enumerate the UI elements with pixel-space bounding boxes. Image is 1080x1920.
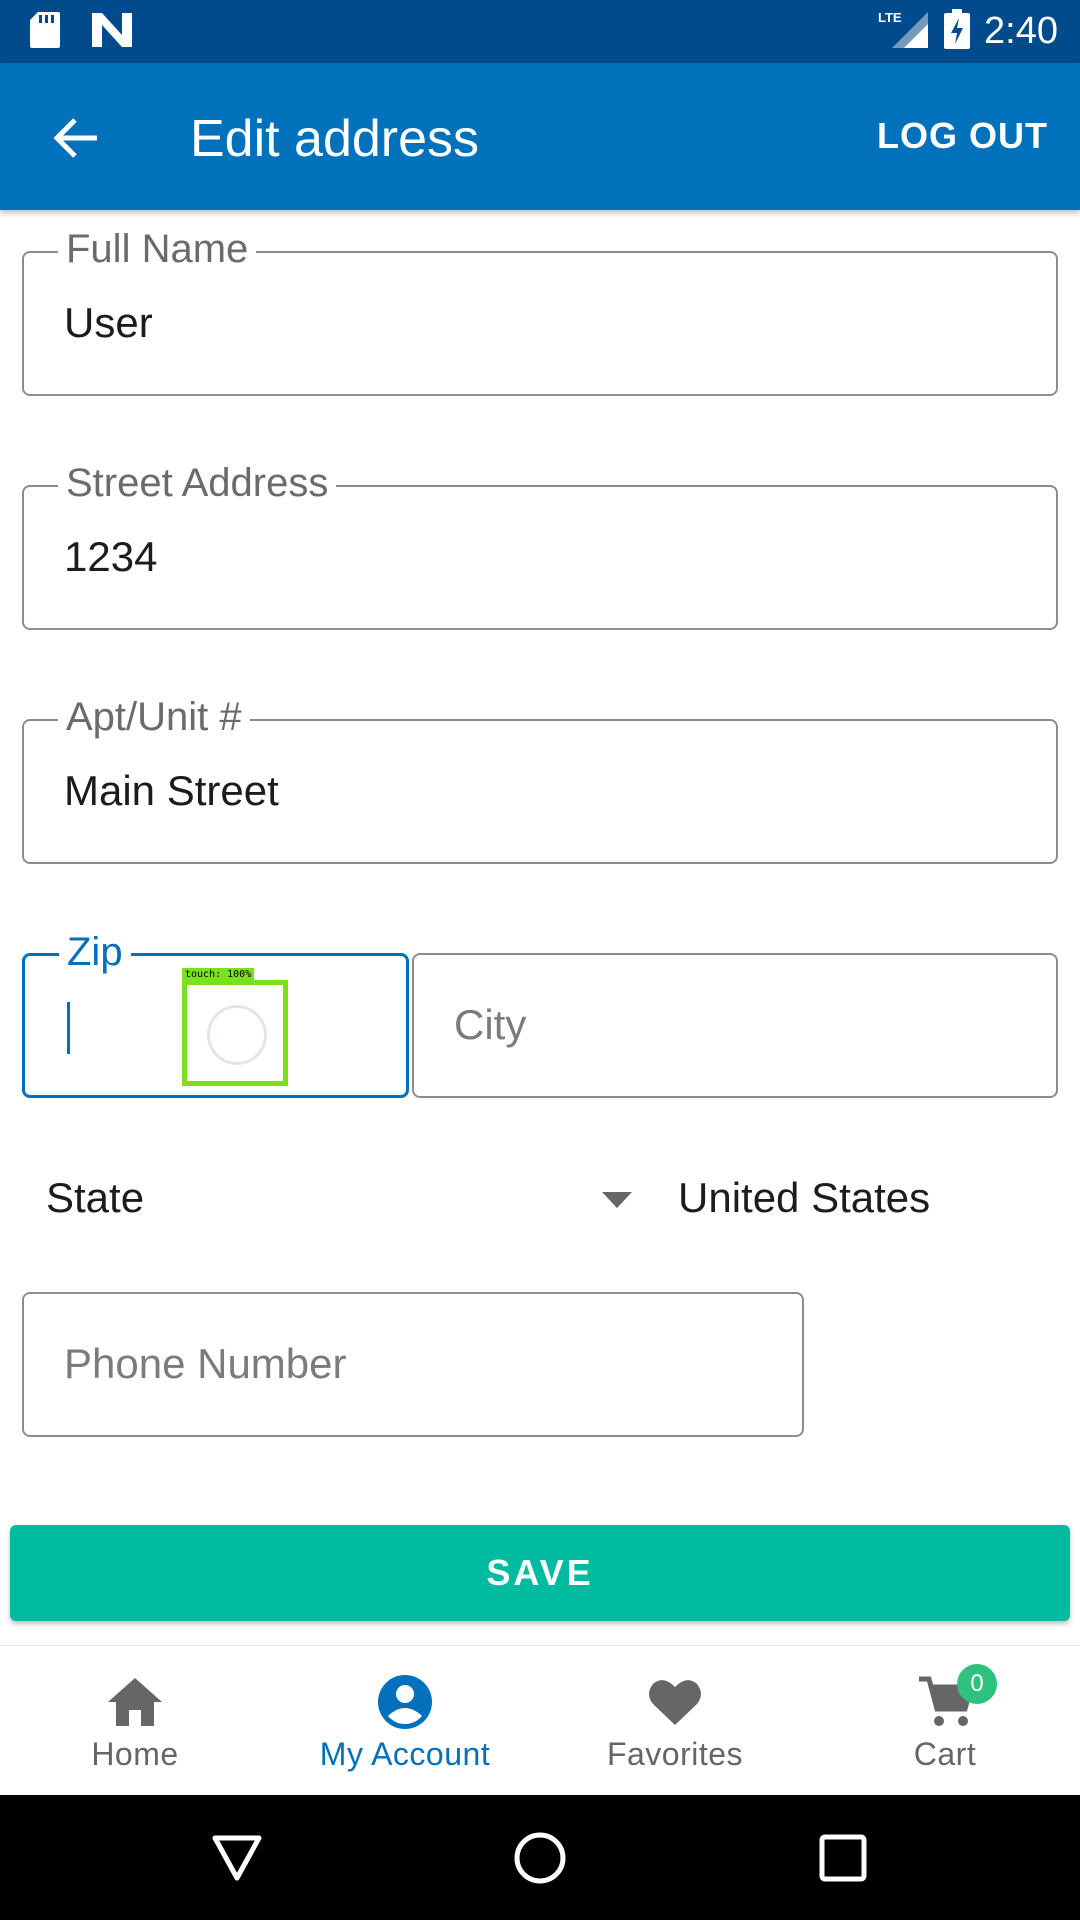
home-icon bbox=[105, 1672, 165, 1732]
system-back-button[interactable] bbox=[204, 1825, 270, 1891]
apt-unit-value: Main Street bbox=[64, 767, 279, 814]
heart-icon bbox=[645, 1672, 705, 1732]
nav-label-favorites: Favorites bbox=[606, 1736, 744, 1772]
phone-field[interactable]: Phone Number bbox=[22, 1292, 804, 1437]
nav-label-home: Home bbox=[91, 1736, 179, 1772]
zip-field[interactable]: Zip bbox=[22, 928, 409, 1098]
square-recents-icon bbox=[819, 1834, 867, 1882]
bottom-navigation: Home My Account Favorites 0 Cart bbox=[0, 1645, 1080, 1795]
status-bar: LTE 2:40 bbox=[0, 0, 1080, 63]
street-address-field[interactable]: Street Address 1234 bbox=[22, 459, 1058, 630]
state-value: State bbox=[46, 1174, 145, 1221]
nav-item-favorites[interactable]: Favorites bbox=[540, 1646, 810, 1796]
country-value[interactable]: United States bbox=[678, 1174, 930, 1222]
full-name-field[interactable]: Full Name User bbox=[22, 225, 1058, 396]
city-field[interactable]: City bbox=[412, 953, 1058, 1098]
full-name-value: User bbox=[64, 299, 153, 346]
phone-placeholder: Phone Number bbox=[64, 1340, 347, 1387]
dropdown-arrow-icon bbox=[602, 1192, 632, 1213]
system-navigation-bar bbox=[0, 1795, 1080, 1920]
circle-home-icon bbox=[514, 1832, 566, 1884]
text-cursor bbox=[67, 1002, 70, 1054]
nav-label-cart: Cart bbox=[913, 1736, 977, 1772]
logout-button[interactable]: LOG OUT bbox=[877, 115, 1048, 157]
svg-text:LTE: LTE bbox=[878, 10, 902, 25]
state-country-row: State United States bbox=[0, 1160, 1080, 1240]
save-button[interactable]: SAVE bbox=[10, 1525, 1070, 1621]
cart-icon: 0 bbox=[915, 1664, 997, 1732]
status-time: 2:40 bbox=[984, 9, 1058, 52]
back-button[interactable] bbox=[40, 103, 110, 173]
system-home-button[interactable] bbox=[507, 1825, 573, 1891]
arrow-left-icon bbox=[53, 118, 97, 158]
account-icon bbox=[375, 1672, 435, 1732]
cart-count-badge: 0 bbox=[957, 1664, 997, 1704]
zip-label: Zip bbox=[59, 928, 131, 976]
nav-label-my-account: My Account bbox=[319, 1736, 491, 1772]
street-address-label: Street Address bbox=[58, 459, 337, 507]
page-title: Edit address bbox=[190, 110, 480, 168]
system-recents-button[interactable] bbox=[810, 1825, 876, 1891]
nav-item-home[interactable]: Home bbox=[0, 1646, 270, 1796]
lte-signal-icon: LTE bbox=[878, 8, 930, 55]
street-address-value: 1234 bbox=[64, 533, 158, 580]
apt-unit-field[interactable]: Apt/Unit # Main Street bbox=[22, 693, 1058, 864]
nav-item-cart[interactable]: 0 Cart bbox=[810, 1646, 1080, 1796]
battery-charging-icon bbox=[944, 8, 971, 54]
app-bar: Edit address LOG OUT bbox=[0, 63, 1080, 210]
triangle-back-icon bbox=[212, 1835, 262, 1881]
n-logo-icon bbox=[92, 13, 132, 52]
apt-unit-label: Apt/Unit # bbox=[58, 693, 250, 741]
sd-card-icon bbox=[30, 12, 60, 53]
full-name-label: Full Name bbox=[58, 225, 257, 273]
city-placeholder: City bbox=[454, 1001, 527, 1048]
nav-item-my-account[interactable]: My Account bbox=[270, 1646, 540, 1796]
state-dropdown[interactable]: State bbox=[20, 1160, 640, 1240]
